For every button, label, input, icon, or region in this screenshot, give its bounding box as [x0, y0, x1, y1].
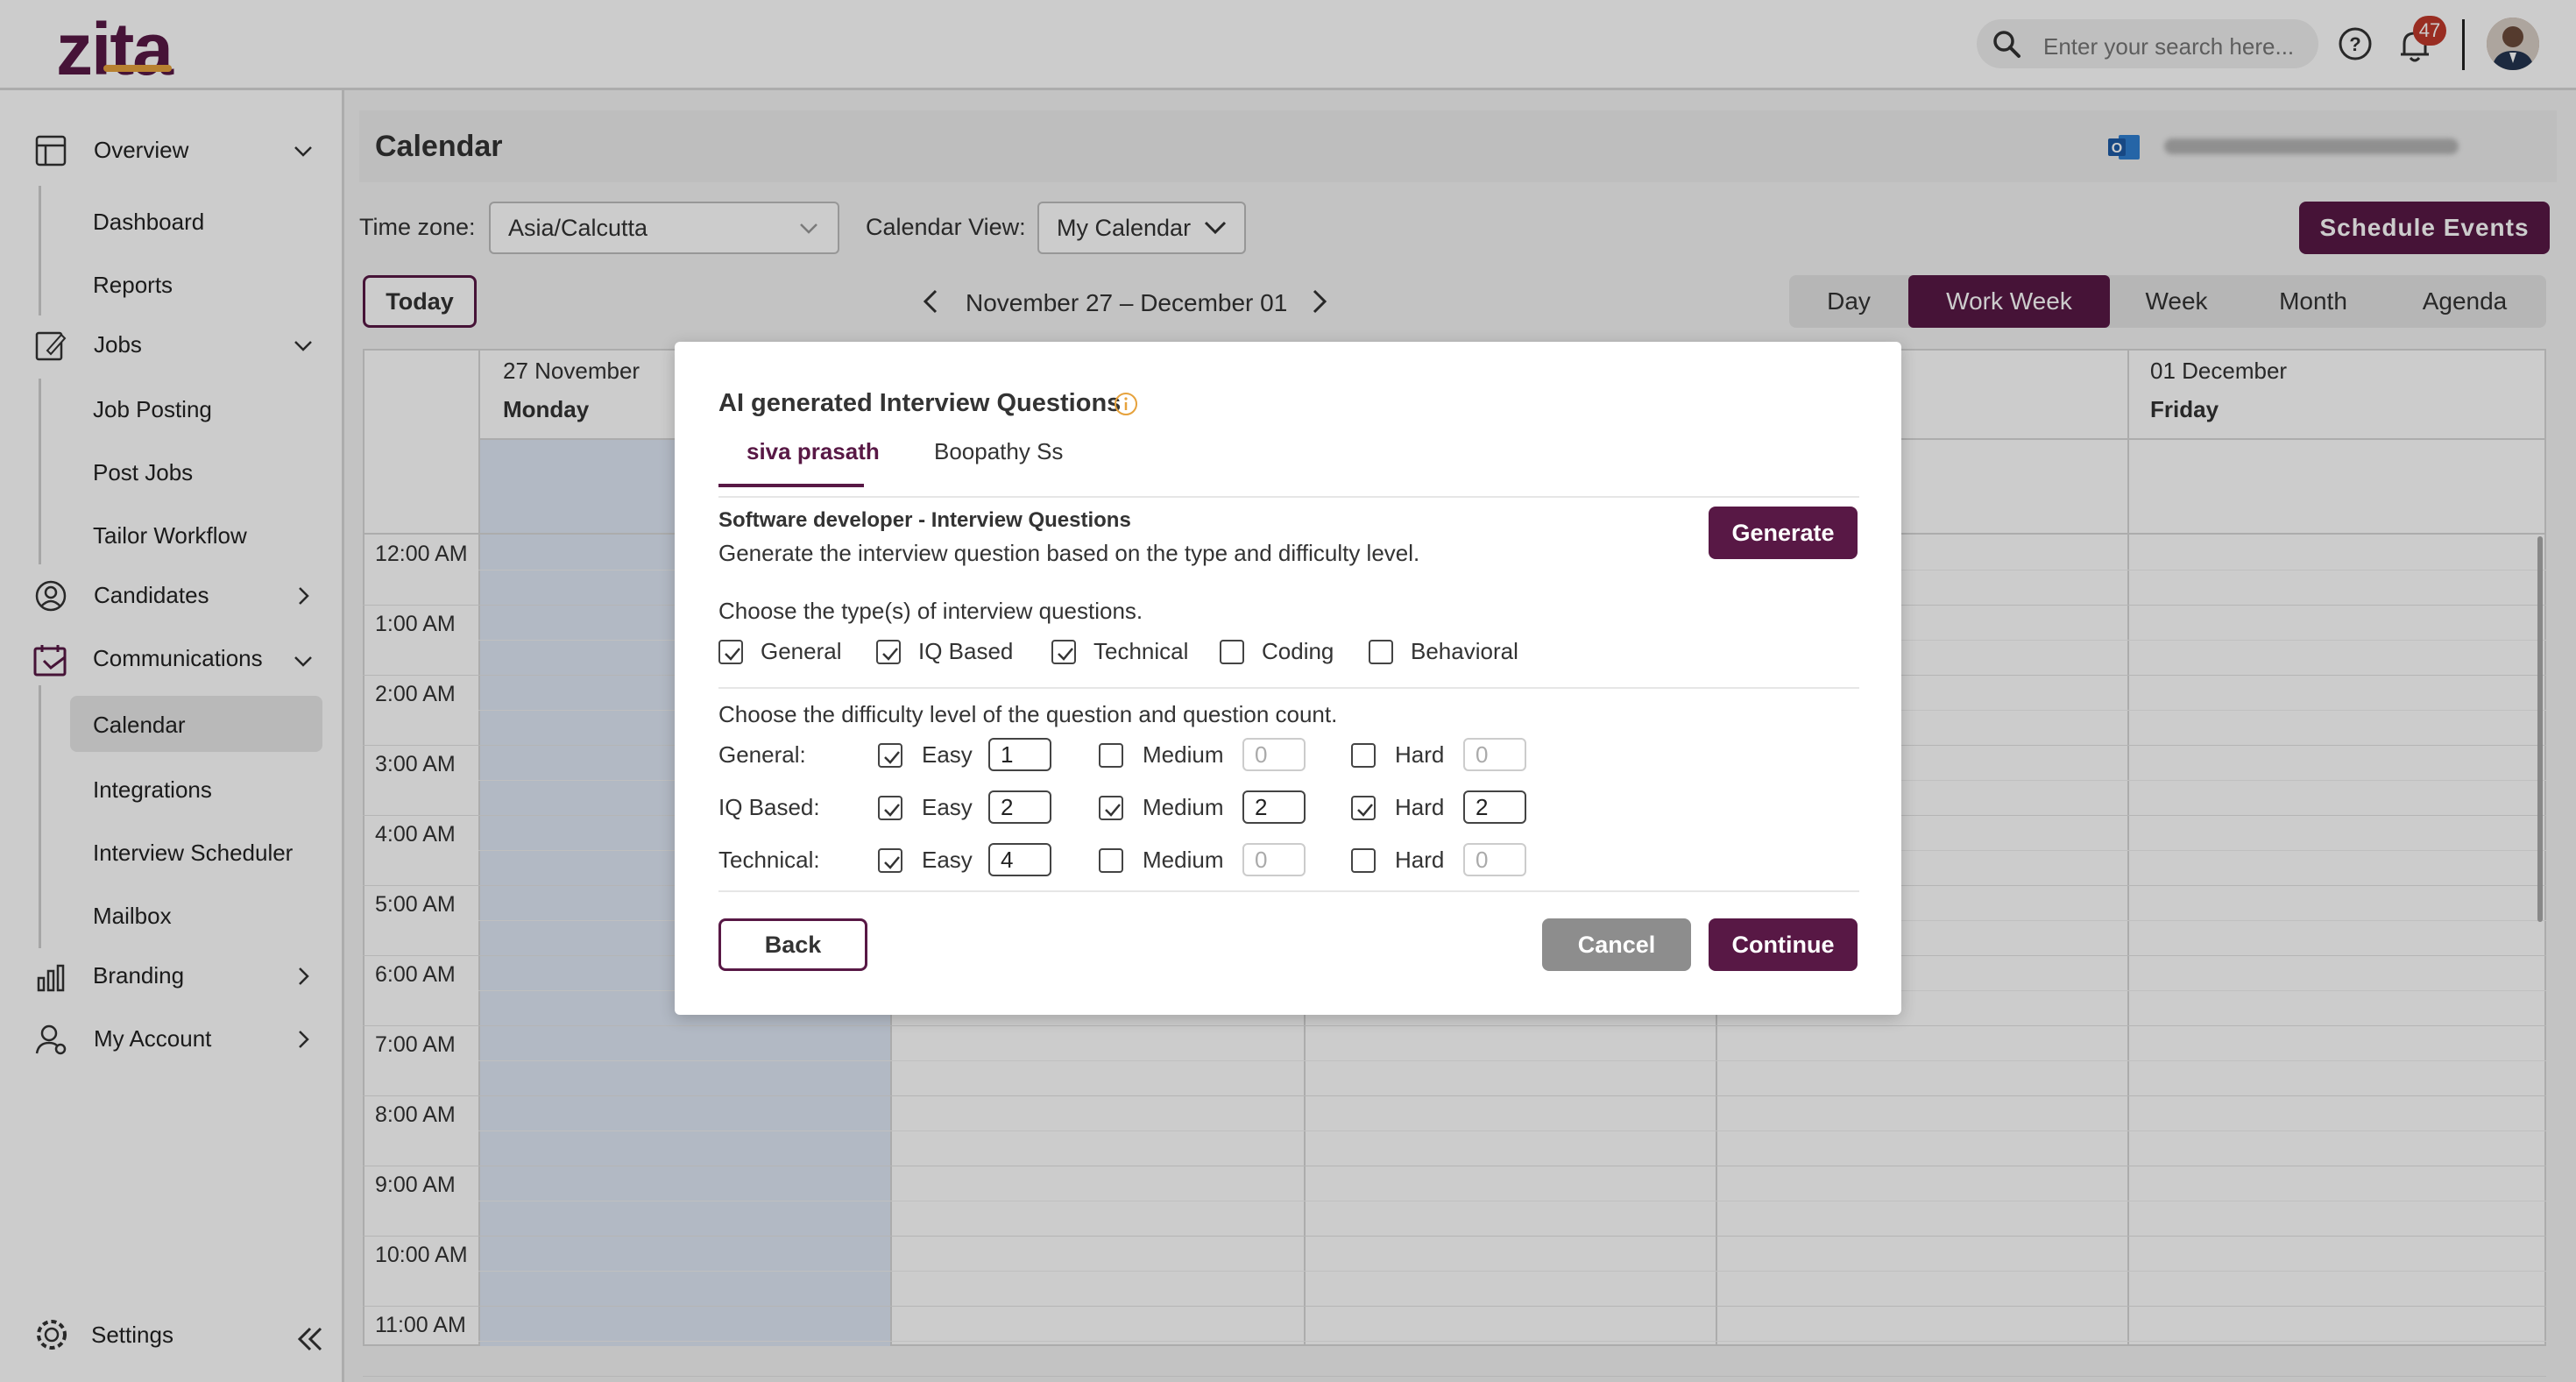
hard-label: Hard: [1395, 741, 1445, 768]
hard-count-input[interactable]: 0: [1463, 738, 1526, 771]
divider: [718, 890, 1859, 892]
difficulty-row-label: Technical:: [718, 847, 820, 873]
easy-checkbox[interactable]: [878, 796, 902, 820]
medium-label: Medium: [1143, 741, 1224, 768]
types-prompt: Choose the type(s) of interview question…: [718, 598, 1143, 624]
type-checkbox[interactable]: [1051, 640, 1076, 664]
easy-checkbox[interactable]: [878, 743, 902, 768]
divider: [718, 496, 1859, 498]
generate-button[interactable]: Generate: [1709, 507, 1858, 559]
medium-count-input[interactable]: 2: [1242, 790, 1306, 824]
type-checkbox[interactable]: [876, 640, 901, 664]
modal-description: Generate the interview question based on…: [718, 540, 1420, 566]
medium-label: Medium: [1143, 794, 1224, 820]
medium-checkbox[interactable]: [1099, 743, 1123, 768]
hard-checkbox[interactable]: [1351, 848, 1376, 873]
difficulty-row-label: General:: [718, 741, 806, 768]
modal-title: AI generated Interview Questions: [718, 389, 1122, 417]
easy-label: Easy: [922, 741, 973, 768]
medium-checkbox[interactable]: [1099, 848, 1123, 873]
cancel-button[interactable]: Cancel: [1542, 918, 1691, 971]
hard-checkbox[interactable]: [1351, 796, 1376, 820]
difficulty-prompt: Choose the difficulty level of the quest…: [718, 701, 1338, 727]
type-label: General: [761, 638, 842, 664]
hard-label: Hard: [1395, 794, 1445, 820]
easy-count-input[interactable]: 2: [988, 790, 1051, 824]
medium-label: Medium: [1143, 847, 1224, 873]
easy-label: Easy: [922, 847, 973, 873]
hard-checkbox[interactable]: [1351, 743, 1376, 768]
info-icon[interactable]: [1113, 391, 1139, 422]
type-label: IQ Based: [918, 638, 1014, 664]
easy-checkbox[interactable]: [878, 848, 902, 873]
medium-count-input[interactable]: 0: [1242, 738, 1306, 771]
tab-candidate-2[interactable]: Boopathy Ss: [934, 438, 1063, 465]
hard-count-input[interactable]: 2: [1463, 790, 1526, 824]
type-label: Coding: [1262, 638, 1334, 664]
type-label: Technical: [1093, 638, 1189, 664]
ai-questions-modal: AI generated Interview Questions siva pr…: [675, 342, 1901, 1015]
hard-label: Hard: [1395, 847, 1445, 873]
tab-candidate-1[interactable]: siva prasath: [747, 438, 880, 465]
easy-label: Easy: [922, 794, 973, 820]
type-label: Behavioral: [1411, 638, 1518, 664]
continue-button[interactable]: Continue: [1709, 918, 1858, 971]
job-title: Software developer - Interview Questions: [718, 508, 1131, 532]
medium-checkbox[interactable]: [1099, 796, 1123, 820]
type-checkbox[interactable]: [1220, 640, 1244, 664]
hard-count-input[interactable]: 0: [1463, 843, 1526, 876]
type-checkbox[interactable]: [1369, 640, 1393, 664]
easy-count-input[interactable]: 4: [988, 843, 1051, 876]
divider: [718, 687, 1859, 689]
easy-count-input[interactable]: 1: [988, 738, 1051, 771]
difficulty-row-label: IQ Based:: [718, 794, 820, 820]
active-tab-indicator: [718, 484, 864, 487]
medium-count-input[interactable]: 0: [1242, 843, 1306, 876]
back-button[interactable]: Back: [718, 918, 867, 971]
type-checkbox[interactable]: [718, 640, 743, 664]
